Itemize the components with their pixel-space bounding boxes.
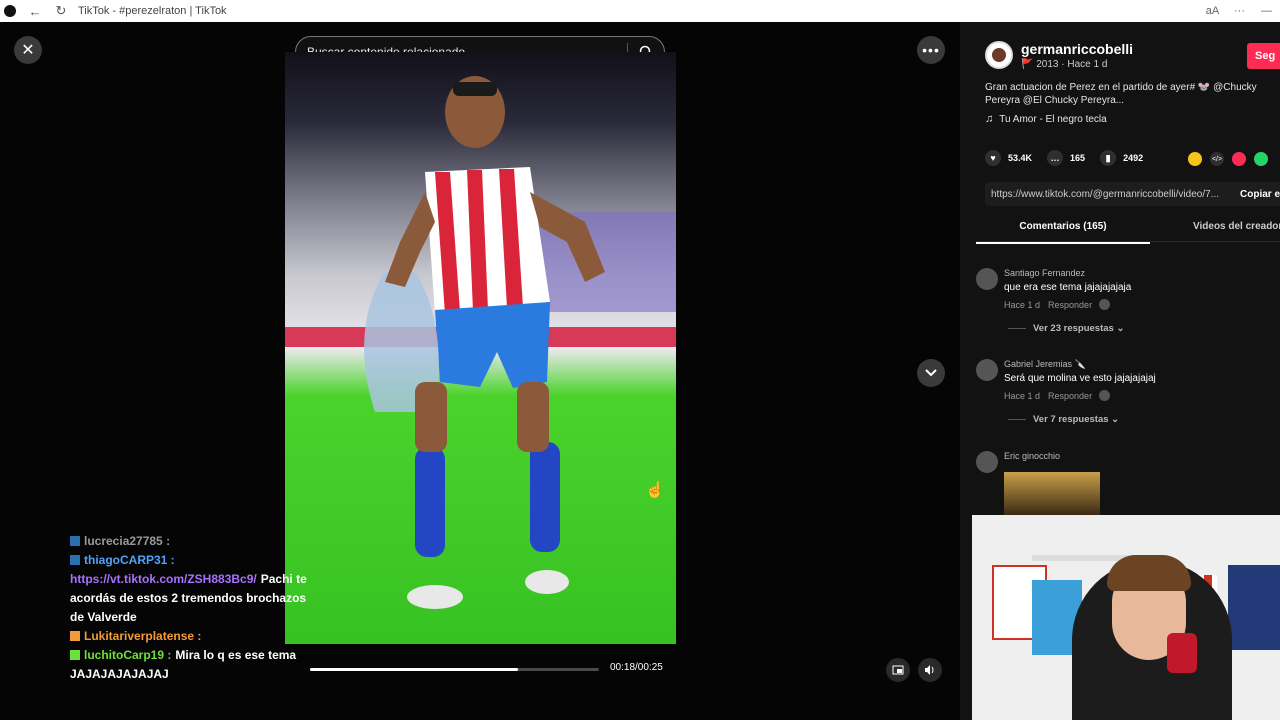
tab-comments-label: Comentarios (165) — [1019, 221, 1107, 232]
commenter-avatar[interactable] — [976, 359, 998, 381]
copy-link-button[interactable]: Copiar en — [1240, 189, 1280, 200]
comment-icon[interactable]: … — [1047, 150, 1064, 166]
reply-button[interactable]: Responder — [1048, 391, 1092, 401]
like-count: 53.4K — [1008, 153, 1033, 163]
translate-icon[interactable]: aA — [1199, 5, 1226, 17]
repost-icon[interactable] — [1188, 152, 1202, 166]
whatsapp-icon[interactable] — [1254, 152, 1268, 166]
jersey-4 — [1228, 565, 1280, 650]
commenter-avatar[interactable] — [976, 451, 998, 473]
chat-badge-icon — [70, 650, 80, 660]
chat-message: https://vt.tiktok.com/ZSH883Bc9/Pachi te… — [70, 570, 320, 627]
chat-username: lucrecia27785 : — [84, 534, 171, 548]
music-note-icon: ♫ — [985, 113, 994, 125]
comment-text: Será que molina ve esto jajajajajaj — [1004, 373, 1156, 384]
chat-badge-icon — [70, 555, 80, 565]
send-icon[interactable] — [1232, 152, 1246, 166]
player-illustration — [364, 76, 605, 609]
panel-tabs: Comentarios (165) Videos del creador — [976, 214, 1280, 244]
view-replies-button[interactable]: Ver 23 respuestas ⌄ — [1008, 323, 1124, 334]
volume-button[interactable] — [918, 658, 942, 682]
next-video-button[interactable] — [917, 359, 945, 387]
author-block[interactable]: germanriccobelli 🚩 2013 · Hace 1 d — [985, 41, 1133, 70]
chat-username: luchitoCarp19 : — [84, 648, 172, 662]
view-replies-label: Ver 7 respuestas ⌄ — [1033, 414, 1120, 425]
chat-message: thiagoCARP31 : — [70, 551, 320, 570]
chat-username: https://vt.tiktok.com/ZSH883Bc9/ — [70, 572, 257, 586]
chat-message: luchitoCarp19 : Mira lo q es ese tema JAJ… — [70, 646, 320, 684]
embed-icon[interactable]: </> — [1210, 152, 1224, 166]
commenter-name[interactable]: Santiago Fernandez — [1004, 268, 1085, 278]
commenter-avatar[interactable] — [976, 268, 998, 290]
tab-comments[interactable]: Comentarios (165) — [976, 221, 1150, 244]
comment-text: que era ese tema jajajajajaja — [1004, 282, 1132, 293]
chat-username: thiagoCARP31 : — [84, 553, 175, 567]
minimize-icon[interactable]: — — [1253, 5, 1280, 17]
comment-stat[interactable]: … 165 — [1047, 150, 1085, 166]
chat-username: Lukitariverplatense : — [84, 629, 202, 643]
more-options-button[interactable]: ••• — [917, 36, 945, 64]
commenter-name[interactable]: Gabriel Jeremias 🔪 — [1004, 359, 1086, 370]
view-replies-button[interactable]: Ver 7 respuestas ⌄ — [1008, 414, 1119, 425]
tab-creator-videos[interactable]: Videos del creador — [1193, 221, 1280, 232]
window-controls: aA ··· — — [1199, 0, 1280, 22]
creator-like-icon — [1099, 299, 1111, 310]
comment-time: Hace 1 d — [1004, 390, 1041, 401]
pip-icon — [892, 665, 904, 675]
author-avatar[interactable] — [985, 41, 1013, 69]
heart-icon[interactable]: ♥ — [985, 150, 1001, 166]
reply-button[interactable]: Responder — [1048, 300, 1092, 310]
mouse-cursor-icon: ☝ — [645, 482, 665, 499]
chevron-down-icon — [925, 369, 937, 377]
save-count: 2492 — [1123, 153, 1144, 163]
webcam-overlay — [972, 515, 1280, 720]
stream-chat: lucrecia27785 : thiagoCARP31 : https://vt.… — [70, 532, 320, 684]
author-name[interactable]: germanriccobelli — [1021, 41, 1133, 57]
view-replies-label: Ver 23 respuestas ⌄ — [1033, 323, 1125, 334]
picture-in-picture-button[interactable] — [886, 658, 910, 682]
comment-image[interactable] — [1004, 472, 1100, 515]
like-stat[interactable]: ♥ 53.4K — [985, 150, 1032, 166]
chat-message: Lukitariverplatense : — [70, 627, 320, 646]
player-controls: 00:18/00:25 — [285, 656, 676, 682]
bookmark-icon[interactable]: ▮ — [1100, 150, 1117, 166]
page-title: TikTok - #perezelraton | TikTok — [78, 5, 227, 17]
tiktok-icon — [4, 5, 16, 17]
close-button[interactable]: ✕ — [14, 36, 42, 64]
speaker-icon — [925, 665, 934, 675]
link-box: https://www.tiktok.com/@germanriccobelli… — [985, 182, 1280, 206]
creator-like-icon — [1099, 390, 1111, 401]
microphone — [1167, 633, 1197, 673]
playback-time: 00:18/00:25 — [610, 662, 663, 673]
tab-active-indicator — [976, 242, 1150, 244]
streamer-hair — [1107, 555, 1191, 591]
video-url[interactable]: https://www.tiktok.com/@germanriccobelli… — [991, 189, 1231, 200]
chat-badge-icon — [70, 631, 80, 641]
author-meta: 🚩 2013 · Hace 1 d — [1021, 59, 1108, 70]
reload-icon[interactable]: ↻ — [54, 3, 68, 19]
video-frame[interactable] — [285, 52, 676, 644]
chat-message: lucrecia27785 : — [70, 532, 320, 551]
replies-divider — [1008, 327, 1026, 329]
stats-row: ♥ 53.4K … 165 ▮ 2492 — [985, 150, 1158, 166]
back-icon[interactable]: ← — [28, 4, 42, 19]
save-stat[interactable]: ▮ 2492 — [1100, 150, 1143, 166]
commenter-name[interactable]: Eric ginocchio — [1004, 451, 1060, 461]
progress-bar[interactable] — [310, 668, 599, 671]
comment-meta: Hace 1 d Responder — [1004, 390, 1111, 401]
replies-divider — [1008, 418, 1026, 420]
browser-titlebar: ← ↻ TikTok - #perezelraton | TikTok aA ·… — [0, 0, 1280, 22]
progress-fill — [310, 668, 519, 671]
comment-count: 165 — [1070, 153, 1086, 163]
follow-button[interactable]: Seg — [1247, 43, 1280, 69]
music-row[interactable]: ♫ Tu Amor - El negro tecla — [985, 113, 1107, 125]
comment-meta: Hace 1 d Responder — [1004, 299, 1111, 310]
share-icons: </> — [1188, 152, 1276, 166]
comment-time: Hace 1 d — [1004, 299, 1041, 310]
music-title[interactable]: Tu Amor - El negro tecla — [999, 114, 1106, 125]
menu-icon[interactable]: ··· — [1226, 5, 1253, 17]
video-description: Gran actuacion de Perez en el partido de… — [985, 82, 1257, 106]
chat-badge-icon — [70, 536, 80, 546]
